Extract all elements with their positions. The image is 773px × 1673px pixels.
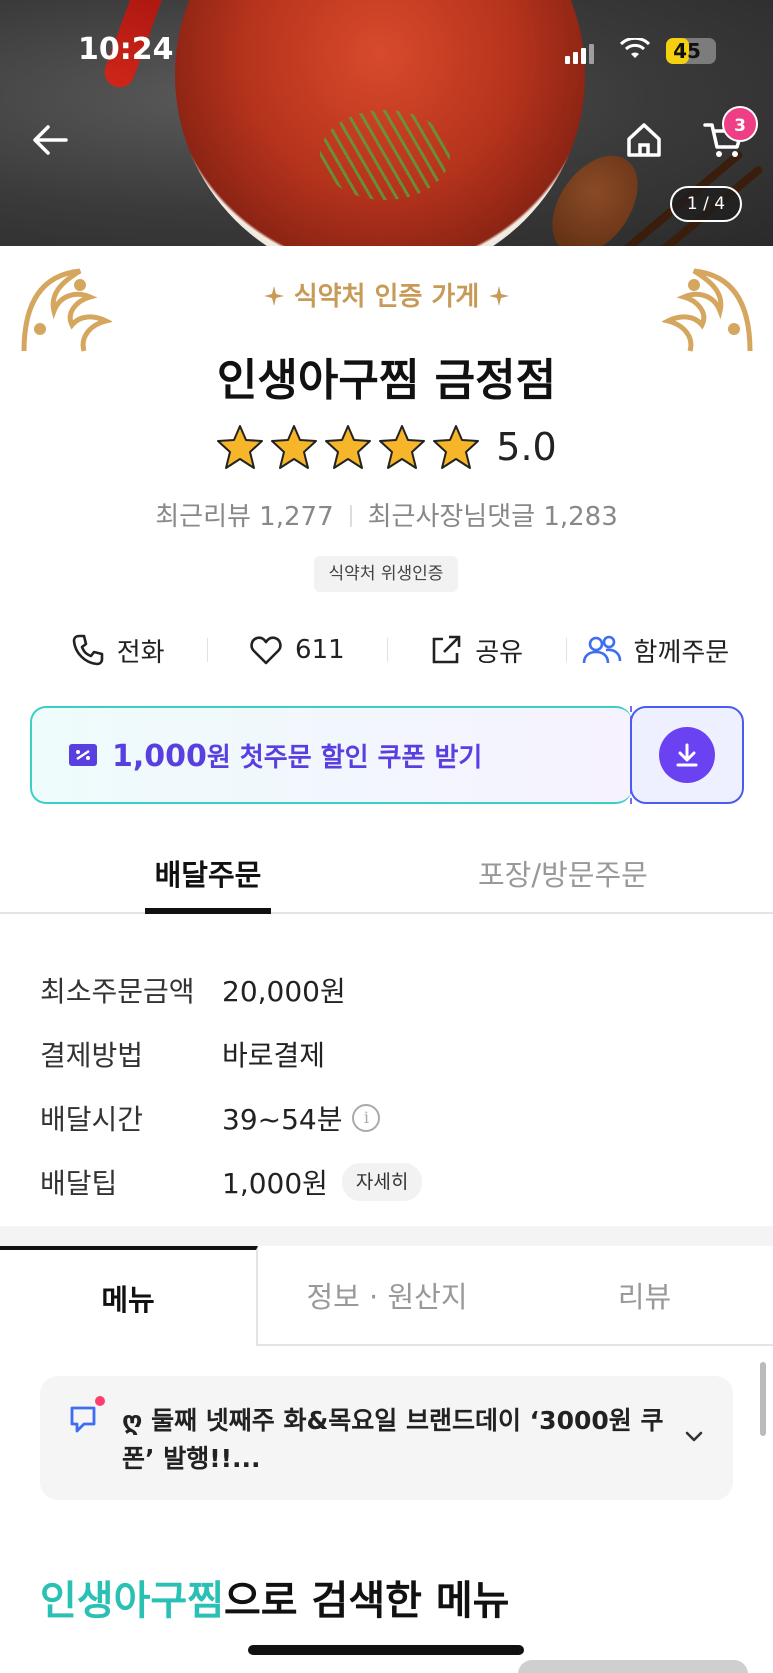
group-order-label: 함께주문	[633, 637, 730, 668]
payment-value: 바로결제	[222, 1039, 326, 1072]
info-row-delivery-time: 배달시간 39~54분 i	[40, 1086, 422, 1150]
info-row-min-order: 최소주문금액 20,000원	[40, 958, 422, 1022]
star-icon	[217, 425, 264, 469]
tab-info-origin[interactable]: 정보 · 원산지	[258, 1246, 516, 1346]
recent-reviews[interactable]: 최근리뷰 1,277	[155, 502, 333, 532]
back-button[interactable]	[28, 118, 72, 162]
share-icon	[432, 635, 461, 664]
coupon-icon	[69, 744, 97, 766]
download-icon	[676, 743, 698, 767]
coupon-download-button[interactable]	[630, 706, 744, 804]
call-label: 전화	[116, 637, 165, 668]
separator	[349, 505, 352, 527]
share-button[interactable]: 공유	[386, 622, 566, 678]
store-name: 인생아구찜 금정점	[216, 355, 557, 406]
chevron-down-icon[interactable]	[680, 1422, 708, 1450]
info-row-delivery-tip: 배달팁 1,000원 자세히	[40, 1150, 423, 1214]
download-circle	[659, 727, 715, 783]
tab-delivery[interactable]: 배달주문	[145, 852, 271, 914]
tab-menu[interactable]: 메뉴	[0, 1246, 258, 1346]
payment-label: 결제방법	[40, 1039, 144, 1072]
delivery-tip-value: 1,000원	[222, 1167, 328, 1200]
star-icon	[433, 425, 480, 469]
group-icon	[582, 635, 621, 664]
scrollbar[interactable]	[760, 1362, 766, 1436]
back-icon	[33, 125, 68, 155]
battery-level: 45	[673, 39, 701, 63]
sparkle-icon	[263, 286, 284, 306]
home-icon	[627, 123, 661, 157]
like-button[interactable]: 611	[207, 622, 386, 678]
search-menu-heading: 인생아구찜으로 검색한 메뉴	[40, 1568, 509, 1626]
sparkle-icon	[489, 286, 510, 306]
delivery-time-value: 39~54분	[222, 1103, 343, 1136]
tab-pickup[interactable]: 포장/방문주문	[478, 852, 648, 894]
review-stats: 최근리뷰 1,277 최근사장님댓글 1,283	[0, 496, 773, 533]
notice-icon	[70, 1406, 96, 1433]
hero-garnish	[320, 110, 450, 200]
rating-value: 5.0	[496, 425, 557, 469]
store-actions: 전화 611 공유 함께주문	[28, 622, 745, 678]
battery-icon: 45	[666, 38, 716, 64]
group-order-button[interactable]: 함께주문	[565, 622, 745, 678]
image-page-indicator: 1 / 4	[670, 186, 742, 222]
delivery-time-label: 배달시간	[40, 1103, 144, 1136]
info-row-payment: 결제방법 바로결제	[40, 1022, 422, 1086]
tip-detail-button[interactable]: 자세히	[341, 1163, 423, 1201]
recent-owner-replies[interactable]: 최근사장님댓글 1,283	[368, 502, 618, 532]
info-icon[interactable]: i	[352, 1104, 381, 1132]
coupon-description: 원 첫주문 할인 쿠폰 받기	[206, 742, 483, 773]
section-divider	[0, 1226, 773, 1246]
home-indicator	[248, 1645, 524, 1655]
phone-icon	[72, 634, 104, 666]
certification-text: 식약처 인증 가게	[293, 282, 480, 312]
hygiene-badge: 식약처 위생인증	[314, 556, 458, 592]
coupon-amount: 1,000	[112, 738, 207, 774]
store-rating: 5.0	[0, 424, 773, 470]
signal-icon	[565, 44, 594, 64]
store-notice[interactable]: ღ 둘째 넷째주 화&목요일 브랜드데이 ‘3000원 쿠폰’ 발행!!...	[40, 1376, 733, 1500]
first-order-coupon-banner[interactable]: 1,000원 첫주문 할인 쿠폰 받기	[30, 706, 632, 804]
heart-icon	[250, 636, 282, 665]
share-label: 공유	[475, 637, 524, 668]
call-button[interactable]: 전화	[28, 622, 207, 678]
coupon-text: 1,000원 첫주문 할인 쿠폰 받기	[112, 737, 482, 774]
order-type-tabs: 배달주문 포장/방문주문	[0, 840, 773, 914]
certification-heading: 식약처 인증 가게	[0, 276, 773, 313]
delivery-tip-label: 배달팁	[40, 1167, 118, 1200]
star-icon	[271, 425, 318, 469]
delivery-info: 최소주문금액 20,000원 결제방법 바로결제 배달시간 39~54분 i 배…	[40, 958, 423, 1214]
min-order-value: 20,000원	[222, 975, 346, 1008]
cart-count-badge: 3	[722, 106, 758, 142]
star-icon	[325, 425, 372, 469]
wifi-icon	[620, 38, 650, 58]
like-count: 611	[295, 635, 345, 665]
min-order-label: 최소주문금액	[40, 975, 195, 1008]
search-heading-rest: 으로 검색한 메뉴	[224, 1578, 510, 1624]
status-bar: 10:24 45	[0, 30, 773, 74]
content-tabs: 메뉴 정보 · 원산지 리뷰	[0, 1246, 773, 1346]
star-icon	[379, 425, 426, 469]
notice-new-dot	[95, 1396, 105, 1406]
search-keyword: 인생아구찜	[40, 1578, 224, 1624]
star-rating	[216, 424, 480, 470]
home-button[interactable]	[622, 118, 666, 162]
next-card-peek	[518, 1660, 748, 1673]
notice-text: ღ 둘째 넷째주 화&목요일 브랜드데이 ‘3000원 쿠폰’ 발행!!...	[122, 1406, 664, 1473]
tab-reviews[interactable]: 리뷰	[516, 1246, 773, 1346]
status-time: 10:24	[78, 32, 174, 67]
